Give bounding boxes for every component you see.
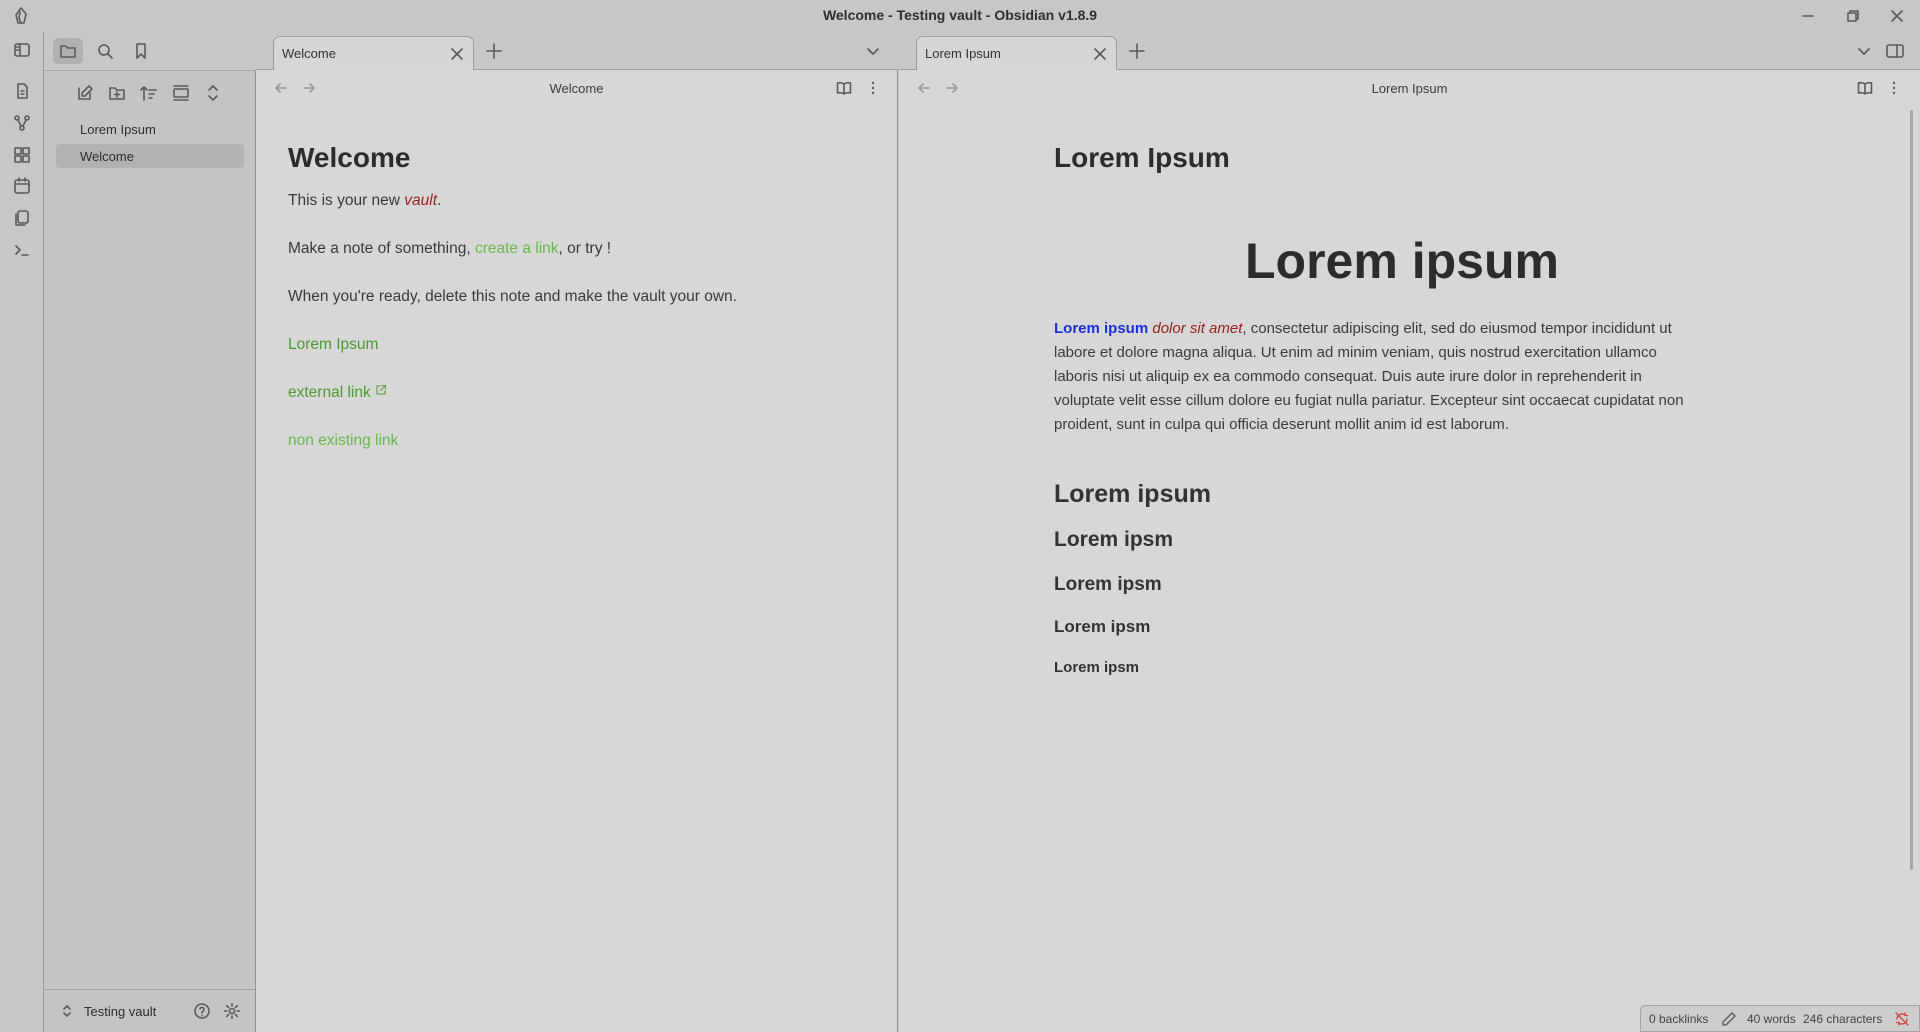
- left-ribbon: [0, 32, 44, 1032]
- daily-note-calendar-icon[interactable]: [11, 175, 33, 197]
- paragraph-line-5: proident, sunt in culpa qui officia dese…: [1054, 416, 1509, 433]
- more-options-icon[interactable]: [865, 80, 881, 96]
- create-link[interactable]: create a link: [475, 240, 559, 257]
- toggle-sidebar-icon[interactable]: [11, 39, 33, 61]
- backlinks-count[interactable]: 0 backlinks: [1649, 1012, 1708, 1026]
- collapse-all-button[interactable]: [201, 81, 225, 105]
- vault-name[interactable]: Testing vault: [84, 1004, 156, 1019]
- restore-button[interactable]: [1833, 3, 1873, 29]
- close-tab-icon[interactable]: [1092, 46, 1108, 62]
- sidebar-tab-header: [44, 32, 256, 70]
- paragraph-text: .: [437, 192, 442, 209]
- bookmarks-tab[interactable]: [126, 38, 156, 64]
- note-heading: Welcome: [288, 142, 411, 173]
- heading-1: Lorem ipsum: [1245, 233, 1559, 289]
- command-palette-icon[interactable]: [11, 239, 33, 261]
- open-quick-switcher-icon[interactable]: [11, 80, 33, 102]
- view-header: Welcome: [256, 70, 897, 106]
- heading-6: Lorem ipsm: [1054, 659, 1140, 676]
- files-tab[interactable]: [53, 38, 83, 64]
- note-title: Lorem Ipsum: [1054, 142, 1230, 173]
- tab-welcome[interactable]: Welcome: [273, 36, 474, 71]
- paragraph-text: Make a note of something,: [288, 240, 475, 257]
- heading-3: Lorem ipsm: [1054, 528, 1174, 551]
- paragraph-make-note: Make a note of something, create a link,…: [288, 237, 611, 261]
- tab-label: Lorem Ipsum: [925, 46, 1001, 61]
- lorem-ipsum-note-pane: Lorem Ipsum Lorem Ipsum Lorem ipsum Lore…: [899, 70, 1920, 1032]
- left-tab-strip: Welcome: [256, 32, 898, 71]
- window-title: Welcome - Testing vault - Obsidian v1.8.…: [822, 7, 1098, 23]
- paragraph-line-1: Lorem ipsum dolor sit amet, consectetur …: [1054, 317, 1754, 341]
- paragraph-text: This is your new: [288, 192, 405, 209]
- heading-4: Lorem ipsm: [1054, 574, 1162, 595]
- file-item-label: Welcome: [80, 149, 134, 164]
- file-item-lorem-ipsum[interactable]: Lorem Ipsum: [56, 117, 244, 141]
- file-explorer: Lorem Ipsum Welcome: [44, 70, 256, 989]
- view-header: Lorem Ipsum: [899, 70, 1920, 106]
- auto-reveal-button[interactable]: [169, 81, 193, 105]
- new-tab-plus-icon[interactable]: [1128, 42, 1146, 60]
- new-note-button[interactable]: [73, 81, 97, 105]
- vault-switcher-bar: Testing vault: [44, 989, 256, 1032]
- vault-italic-text: vault: [404, 192, 438, 209]
- tab-label: Welcome: [282, 46, 336, 61]
- templates-icon[interactable]: [11, 207, 33, 229]
- sync-disabled-icon[interactable]: [1894, 1011, 1910, 1027]
- character-count: 246 characters: [1803, 1012, 1883, 1026]
- external-link-row: external link: [288, 381, 387, 405]
- external-link-icon: [375, 384, 387, 396]
- title-bar: Welcome - Testing vault - Obsidian v1.8.…: [0, 0, 1920, 32]
- file-item-label: Lorem Ipsum: [80, 122, 156, 137]
- paragraph-ready: When you're ready, delete this note and …: [288, 288, 737, 305]
- tab-lorem-ipsum[interactable]: Lorem Ipsum: [916, 36, 1117, 71]
- heading-5: Lorem ipsm: [1054, 617, 1151, 636]
- bold-blue-text: Lorem ipsum: [1054, 320, 1149, 337]
- search-tab[interactable]: [90, 38, 120, 64]
- paragraph-line-2: labore et dolore magna aliqua. Ut enim a…: [1054, 344, 1657, 361]
- toggle-right-sidebar-icon[interactable]: [1885, 41, 1905, 61]
- status-bar: 0 backlinks 40 words 246 characters: [1640, 1005, 1920, 1032]
- non-existing-link[interactable]: non existing link: [288, 429, 398, 453]
- canvas-icon[interactable]: [11, 144, 33, 166]
- help-icon[interactable]: [193, 1002, 211, 1020]
- internal-link-lorem-ipsum[interactable]: Lorem Ipsum: [288, 333, 378, 357]
- minimize-button[interactable]: [1788, 3, 1828, 29]
- vault-switch-chevron-icon[interactable]: [60, 1004, 74, 1018]
- new-tab-plus-icon[interactable]: [485, 42, 503, 60]
- paragraph-text: , consectetur adipiscing elit, sed do ei…: [1242, 320, 1672, 337]
- word-count: 40 words: [1747, 1012, 1796, 1026]
- close-window-button[interactable]: [1877, 3, 1917, 29]
- italic-red-text: dolor sit amet: [1152, 320, 1243, 337]
- edit-mode-pencil-icon[interactable]: [1721, 1011, 1737, 1027]
- sort-order-button[interactable]: [137, 81, 161, 105]
- new-folder-button[interactable]: [105, 81, 129, 105]
- right-tab-strip: Lorem Ipsum: [899, 32, 1920, 71]
- graph-view-icon[interactable]: [11, 112, 33, 134]
- settings-gear-icon[interactable]: [223, 1002, 241, 1020]
- close-tab-icon[interactable]: [449, 46, 465, 62]
- view-title: Welcome: [549, 81, 604, 96]
- paragraph-text: , or try !: [558, 240, 612, 257]
- file-item-welcome[interactable]: Welcome: [56, 144, 244, 168]
- reading-view-book-icon[interactable]: [1857, 80, 1873, 96]
- lorem-paragraph: Lorem ipsum dolor sit amet, consectetur …: [1054, 317, 1754, 437]
- welcome-note-pane: Welcome Welcome This is your new vault. …: [256, 70, 898, 1032]
- external-link[interactable]: external link: [288, 384, 371, 401]
- reading-view-book-icon[interactable]: [836, 80, 852, 96]
- scrollbar[interactable]: [1910, 110, 1913, 870]
- paragraph-line-4: voluptate velit esse cillum dolore eu fu…: [1054, 392, 1684, 409]
- tab-list-chevron-icon[interactable]: [865, 43, 881, 59]
- more-options-icon[interactable]: [1886, 80, 1902, 96]
- paragraph-line-3: laboris nisi ut aliquip ex ea commodo co…: [1054, 368, 1642, 385]
- tab-list-chevron-icon[interactable]: [1856, 43, 1872, 59]
- heading-2: Lorem ipsum: [1054, 480, 1211, 508]
- paragraph-vault: This is your new vault.: [288, 189, 441, 213]
- view-title: Lorem Ipsum: [1371, 81, 1448, 96]
